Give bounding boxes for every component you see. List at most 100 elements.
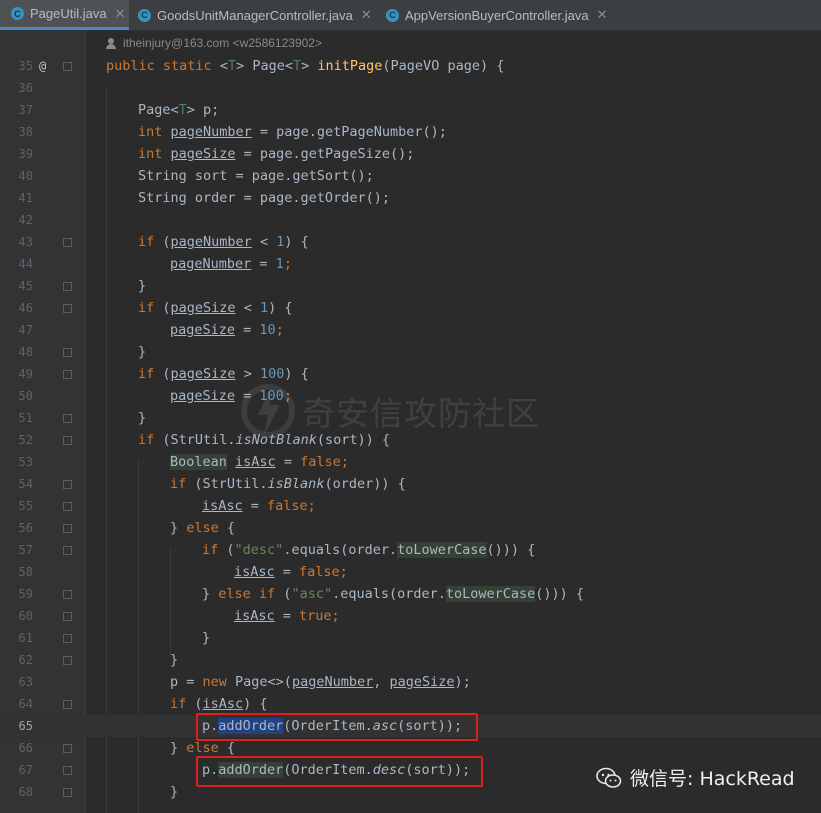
fold-marker-icon[interactable] <box>63 348 72 357</box>
code-text[interactable]: isAsc = false; <box>234 561 348 583</box>
code-text[interactable]: if (StrUtil.isNotBlank(sort)) { <box>138 429 390 451</box>
line-number[interactable]: 60 <box>0 605 33 627</box>
line-number[interactable]: 43 <box>0 231 33 253</box>
fold-marker-icon[interactable] <box>63 546 72 555</box>
code-editor[interactable]: itheinjury@163.com <w2586123902> 35 @ publ… <box>0 31 821 813</box>
code-row[interactable]: 63 p = new Page<>(pageNumber, pageSize); <box>0 671 821 693</box>
code-text[interactable]: isAsc = true; <box>234 605 340 627</box>
code-row[interactable]: 50 pageSize = 100; <box>0 385 821 407</box>
code-text[interactable]: pageSize = 100; <box>170 385 292 407</box>
line-number[interactable]: 35 <box>0 55 33 77</box>
fold-marker-icon[interactable] <box>63 304 72 313</box>
tab-goodsunitmanagercontroller[interactable]: C GoodsUnitManagerController.java ✕ <box>138 0 372 30</box>
line-number[interactable]: 37 <box>0 99 33 121</box>
line-number[interactable]: 58 <box>0 561 33 583</box>
fold-marker-icon[interactable] <box>63 502 72 511</box>
fold-marker-icon[interactable] <box>63 480 72 489</box>
code-text[interactable]: if (pageSize < 1) { <box>138 297 292 319</box>
code-text[interactable]: Page<T> p; <box>138 99 219 121</box>
line-number[interactable]: 52 <box>0 429 33 451</box>
code-row[interactable]: 37 Page<T> p; <box>0 99 821 121</box>
code-text[interactable]: pageNumber = 1; <box>170 253 292 275</box>
code-row[interactable]: 48} <box>0 341 821 363</box>
line-number[interactable]: 38 <box>0 121 33 143</box>
code-text[interactable]: int pageNumber = page.getPageNumber(); <box>138 121 447 143</box>
line-number[interactable]: 36 <box>0 77 33 99</box>
code-row[interactable]: 62} <box>0 649 821 671</box>
fold-marker-icon[interactable] <box>63 656 72 665</box>
code-text[interactable]: } <box>138 407 146 429</box>
line-number[interactable]: 42 <box>0 209 33 231</box>
code-row[interactable]: 35 @ public static <T> Page<T> initPage(Pa… <box>0 55 821 77</box>
code-text[interactable]: pageSize = 10; <box>170 319 284 341</box>
line-number[interactable]: 39 <box>0 143 33 165</box>
code-row[interactable]: 36 <box>0 77 821 99</box>
line-number[interactable]: 47 <box>0 319 33 341</box>
code-row[interactable]: 46 if (pageSize < 1) { <box>0 297 821 319</box>
line-number[interactable]: 44 <box>0 253 33 275</box>
fold-marker-icon[interactable] <box>63 370 72 379</box>
code-text[interactable]: String order = page.getOrder(); <box>138 187 390 209</box>
code-row[interactable]: 49 if (pageSize > 100) { <box>0 363 821 385</box>
line-number[interactable]: 67 <box>0 759 33 781</box>
fold-marker-icon[interactable] <box>63 238 72 247</box>
line-number[interactable]: 56 <box>0 517 33 539</box>
line-number[interactable]: 65 <box>0 715 33 737</box>
line-number[interactable]: 63 <box>0 671 33 693</box>
fold-marker-icon[interactable] <box>63 612 72 621</box>
code-row[interactable]: 44 pageNumber = 1; <box>0 253 821 275</box>
fold-marker-icon[interactable] <box>63 414 72 423</box>
code-row[interactable]: 42 <box>0 209 821 231</box>
code-row[interactable]: 58 isAsc = false; <box>0 561 821 583</box>
fold-marker-icon[interactable] <box>63 766 72 775</box>
line-number[interactable]: 62 <box>0 649 33 671</box>
code-text[interactable]: if (pageNumber < 1) { <box>138 231 309 253</box>
code-row[interactable]: 39 int pageSize = page.getPageSize(); <box>0 143 821 165</box>
line-number[interactable]: 68 <box>0 781 33 803</box>
code-text[interactable]: if ("desc".equals(order.toLowerCase())) … <box>202 539 535 561</box>
code-text[interactable]: Boolean isAsc = false; <box>170 451 349 473</box>
fold-marker-icon[interactable] <box>63 524 72 533</box>
line-number[interactable]: 49 <box>0 363 33 385</box>
code-row[interactable]: 41 String order = page.getOrder(); <box>0 187 821 209</box>
fold-marker-icon[interactable] <box>63 590 72 599</box>
fold-marker-icon[interactable] <box>63 634 72 643</box>
code-row[interactable]: 40 String sort = page.getSort(); <box>0 165 821 187</box>
close-tab-icon[interactable]: ✕ <box>115 6 126 22</box>
fold-marker-icon[interactable] <box>63 700 72 709</box>
fold-marker-icon[interactable] <box>63 436 72 445</box>
code-text[interactable]: if (isAsc) { <box>170 693 268 715</box>
fold-marker-icon[interactable] <box>63 744 72 753</box>
line-number[interactable]: 41 <box>0 187 33 209</box>
code-row[interactable]: 54 if (StrUtil.isBlank(order)) { <box>0 473 821 495</box>
line-number[interactable]: 45 <box>0 275 33 297</box>
code-row[interactable]: 45} <box>0 275 821 297</box>
code-row[interactable]: 57 if ("desc".equals(order.toLowerCase())… <box>0 539 821 561</box>
line-number[interactable]: 40 <box>0 165 33 187</box>
line-number[interactable]: 53 <box>0 451 33 473</box>
code-text[interactable]: } else { <box>170 517 235 539</box>
code-text[interactable]: } <box>138 275 146 297</box>
code-text[interactable]: if (StrUtil.isBlank(order)) { <box>170 473 406 495</box>
code-row[interactable]: 55 isAsc = false; <box>0 495 821 517</box>
line-number[interactable]: 50 <box>0 385 33 407</box>
code-row[interactable]: 38 int pageNumber = page.getPageNumber(); <box>0 121 821 143</box>
fold-marker-icon[interactable] <box>63 788 72 797</box>
line-number[interactable]: 59 <box>0 583 33 605</box>
code-text[interactable]: public static <T> Page<T> initPage(PageV… <box>106 55 504 77</box>
close-tab-icon[interactable]: ✕ <box>597 7 608 23</box>
code-text[interactable]: isAsc = false; <box>202 495 316 517</box>
code-row[interactable]: 60 isAsc = true; <box>0 605 821 627</box>
code-row[interactable]: 52 if (StrUtil.isNotBlank(sort)) { <box>0 429 821 451</box>
fold-marker-icon[interactable] <box>63 282 72 291</box>
code-row[interactable]: 51} <box>0 407 821 429</box>
code-text[interactable]: p = new Page<>(pageNumber, pageSize); <box>170 671 471 693</box>
fold-marker-icon[interactable] <box>63 62 72 71</box>
code-text[interactable]: int pageSize = page.getPageSize(); <box>138 143 414 165</box>
line-number[interactable]: 54 <box>0 473 33 495</box>
line-number[interactable]: 55 <box>0 495 33 517</box>
line-number[interactable]: 46 <box>0 297 33 319</box>
code-text[interactable]: if (pageSize > 100) { <box>138 363 309 385</box>
code-text[interactable]: String sort = page.getSort(); <box>138 165 374 187</box>
line-number[interactable]: 66 <box>0 737 33 759</box>
